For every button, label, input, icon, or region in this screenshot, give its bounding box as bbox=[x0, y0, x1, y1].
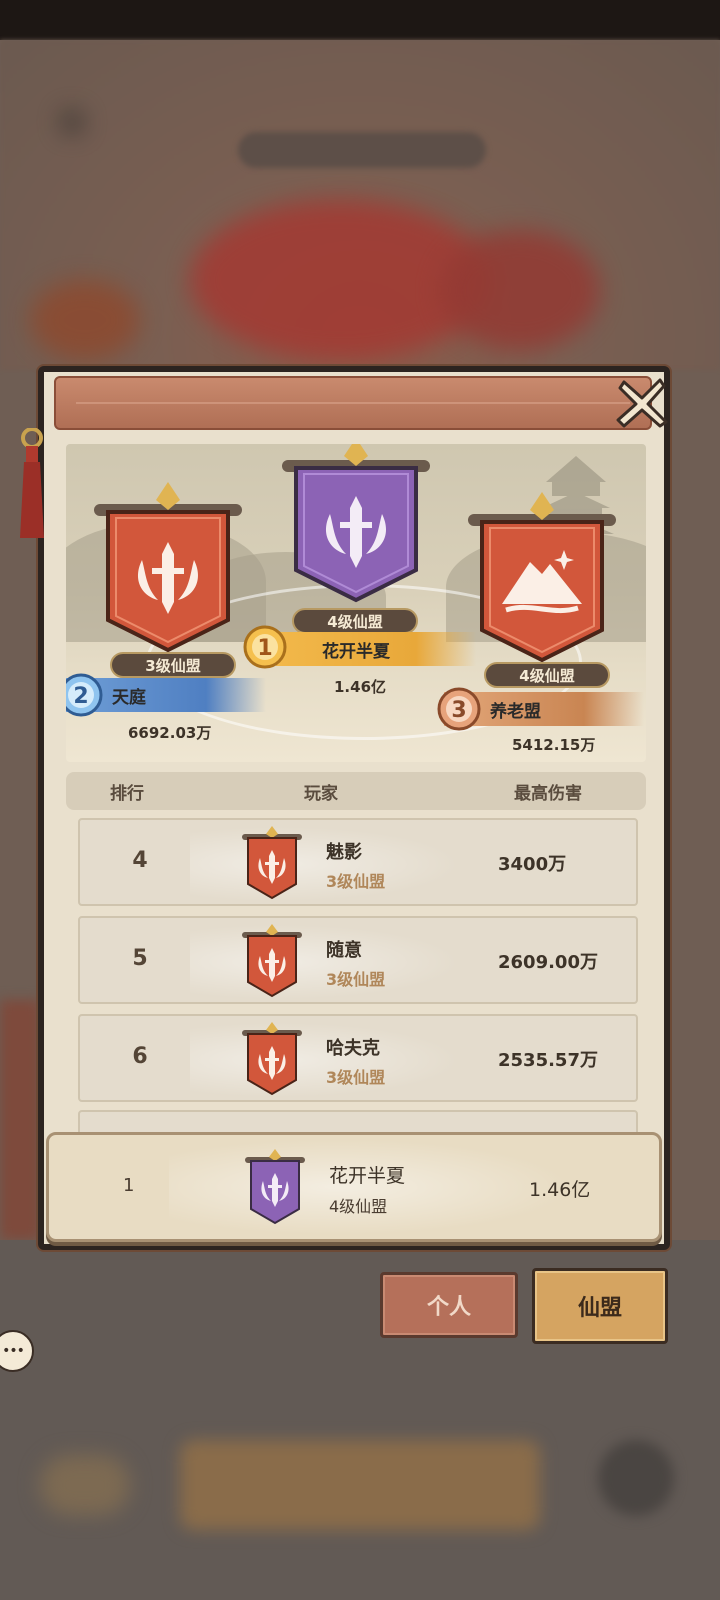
top3-podium: 4级仙盟 花开半夏 1 1.46亿 3级仙盟 天庭 2 6692.03万 4级仙… bbox=[66, 444, 646, 762]
my-rank: 1 bbox=[123, 1175, 135, 1196]
my-level: 4级仙盟 bbox=[329, 1197, 388, 1216]
second-damage: 6692.03万 bbox=[128, 724, 212, 742]
header-player: 玩家 bbox=[304, 783, 338, 804]
row-rank: 6 bbox=[132, 1044, 148, 1069]
table-row[interactable]: 5 随意 3级仙盟 2609.00万 bbox=[78, 916, 638, 1004]
rank-3-medal-icon: 3 bbox=[437, 687, 481, 731]
svg-text:3: 3 bbox=[451, 698, 466, 723]
row-name: 魅影 bbox=[326, 842, 362, 863]
header-rank: 排行 bbox=[110, 783, 144, 804]
svg-text:2: 2 bbox=[73, 684, 88, 709]
third-level: 4级仙盟 bbox=[484, 662, 610, 688]
first-place-banner bbox=[282, 444, 430, 603]
row-damage: 2609.00万 bbox=[498, 952, 598, 973]
close-icon bbox=[616, 378, 668, 428]
row-rank: 5 bbox=[132, 946, 148, 971]
third-damage: 5412.15万 bbox=[512, 736, 596, 754]
tab-personal[interactable]: 个人 bbox=[380, 1272, 518, 1338]
row-level: 3级仙盟 bbox=[326, 970, 386, 989]
ranking-panel: 4级仙盟 花开半夏 1 1.46亿 3级仙盟 天庭 2 6692.03万 4级仙… bbox=[20, 366, 670, 1250]
first-damage: 1.46亿 bbox=[334, 678, 387, 696]
second-name: 天庭 bbox=[112, 687, 146, 708]
svg-text:1: 1 bbox=[257, 636, 272, 661]
row-rank: 4 bbox=[132, 848, 148, 873]
row-damage: 3400万 bbox=[498, 854, 567, 875]
third-place-banner bbox=[468, 492, 616, 663]
my-name: 花开半夏 bbox=[329, 1165, 406, 1187]
first-level: 4级仙盟 bbox=[292, 608, 418, 634]
row-level: 3级仙盟 bbox=[326, 872, 386, 891]
tassel-decoration bbox=[20, 428, 44, 538]
table-row[interactable]: 4 魅影 3级仙盟 3400万 bbox=[78, 818, 638, 906]
alliance-banner-icon bbox=[245, 1149, 305, 1225]
alliance-banner-icon bbox=[242, 924, 302, 998]
my-rank-row: 1 花开半夏 4级仙盟 1.46亿 bbox=[46, 1132, 662, 1242]
panel-header bbox=[54, 376, 652, 430]
close-button[interactable] bbox=[614, 374, 670, 430]
row-name: 哈夫克 bbox=[326, 1038, 380, 1059]
table-header: 排行 玩家 最高伤害 bbox=[66, 772, 646, 810]
first-name: 花开半夏 bbox=[322, 641, 390, 662]
alliance-banner-icon bbox=[242, 826, 302, 900]
first-name-plate: 花开半夏 bbox=[276, 632, 476, 666]
rank-2-medal-icon: 2 bbox=[66, 673, 103, 717]
alliance-banner-icon bbox=[242, 1022, 302, 1096]
tab-alliance[interactable]: 仙盟 bbox=[532, 1268, 668, 1344]
second-level: 3级仙盟 bbox=[110, 652, 236, 678]
third-name: 养老盟 bbox=[490, 701, 541, 722]
my-damage: 1.46亿 bbox=[529, 1179, 591, 1201]
table-row[interactable]: 6 哈夫克 3级仙盟 2535.57万 bbox=[78, 1014, 638, 1102]
second-place-banner bbox=[94, 482, 242, 653]
rank-1-medal-icon: 1 bbox=[243, 625, 287, 669]
row-damage: 2535.57万 bbox=[498, 1050, 598, 1071]
header-damage: 最高伤害 bbox=[514, 783, 582, 804]
row-name: 随意 bbox=[326, 940, 362, 961]
row-level: 3级仙盟 bbox=[326, 1068, 386, 1087]
